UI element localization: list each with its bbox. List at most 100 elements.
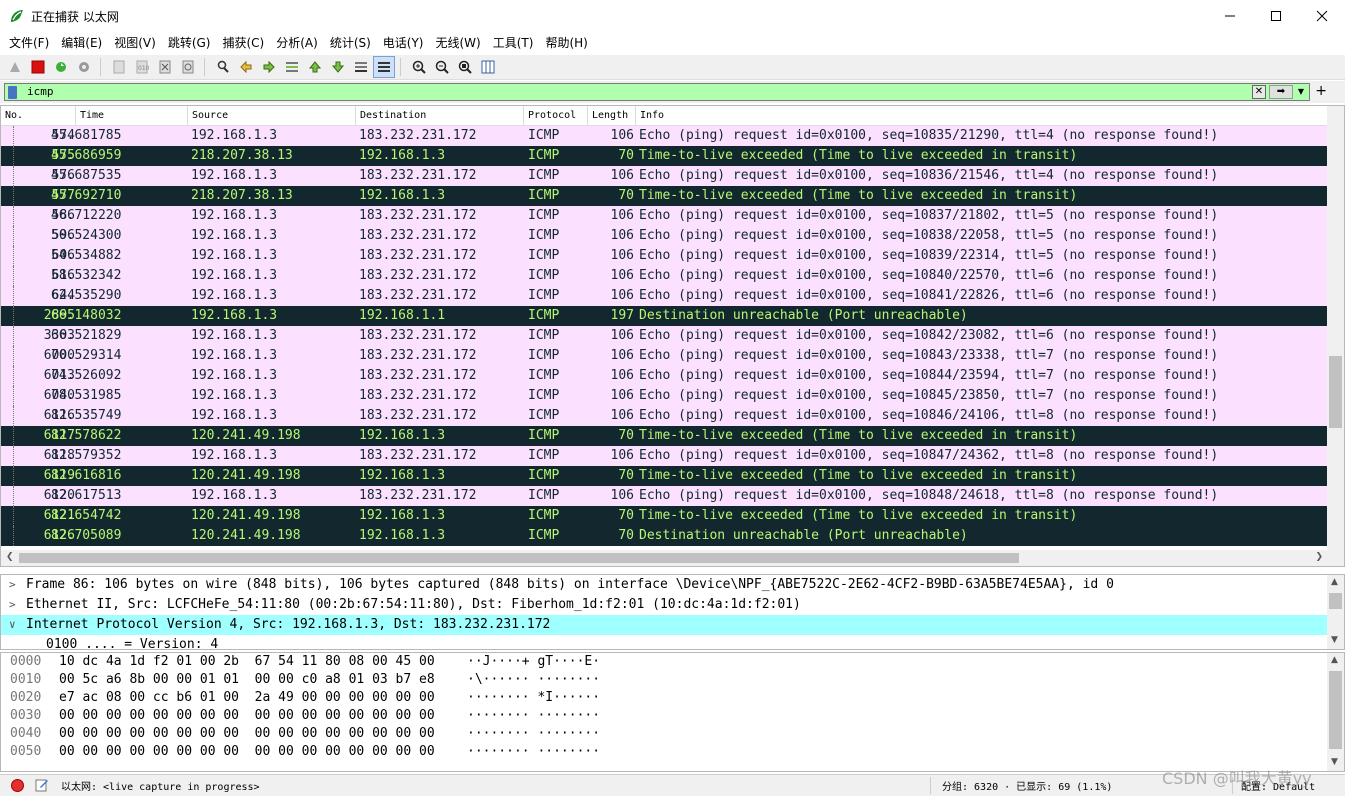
close-file-icon[interactable] (154, 56, 176, 78)
packet-row[interactable]: 6013 74.526092 192.168.1.3 183.232.231.172 I… (1, 366, 1328, 386)
filter-history-dropdown-icon[interactable]: ▼ (1295, 85, 1307, 99)
detail-row-ethernet[interactable]: > Ethernet II, Src: LCFCHeFe_54:11:80 (00… (1, 595, 1328, 615)
open-file-icon[interactable] (108, 56, 130, 78)
go-last-packet-icon[interactable] (327, 56, 349, 78)
packet-protocol: ICMP (528, 188, 560, 203)
apply-filter-icon[interactable]: ➡ (1269, 85, 1293, 99)
menu-telephony[interactable]: 电话(Y) (377, 34, 430, 51)
scroll-right-icon[interactable]: ❯ (1315, 552, 1323, 562)
menu-go[interactable]: 跳转(G) (162, 34, 217, 51)
auto-scroll-icon[interactable] (350, 56, 372, 78)
scroll-up-icon[interactable]: ▲ (1331, 577, 1338, 587)
bytes-row[interactable]: 0000 10 dc 4a 1d f2 01 00 2b 67 54 11 80 … (1, 653, 1344, 671)
packet-row[interactable]: 6116 82.535749 192.168.1.3 183.232.231.172 I… (1, 406, 1328, 426)
minimize-icon[interactable] (1207, 0, 1253, 32)
menu-help[interactable]: 帮助(H) (539, 34, 593, 51)
go-to-packet-icon[interactable] (281, 56, 303, 78)
go-first-packet-icon[interactable] (304, 56, 326, 78)
packet-row[interactable]: 596 50.524300 192.168.1.3 183.232.231.172 IC… (1, 226, 1328, 246)
scroll-down-icon[interactable]: ▼ (1331, 757, 1338, 767)
column-header-protocol[interactable]: Protocol (524, 106, 588, 126)
resize-columns-icon[interactable] (477, 56, 499, 78)
packet-row[interactable]: 3303 66.521829 192.168.1.3 183.232.231.172 I… (1, 326, 1328, 346)
packet-row[interactable]: 574 45.681785 192.168.1.3 183.232.231.172 IC… (1, 126, 1328, 146)
capture-options-icon[interactable] (73, 56, 95, 78)
colorize-icon[interactable] (373, 56, 395, 78)
menu-tools[interactable]: 工具(T) (487, 34, 540, 51)
packet-row[interactable]: 586 46.712220 192.168.1.3 183.232.231.172 IC… (1, 206, 1328, 226)
packet-destination: 192.168.1.1 (359, 308, 446, 323)
details-vertical-scrollbar[interactable]: ▲ ▼ (1327, 575, 1344, 649)
packet-row[interactable]: 606 54.534882 192.168.1.3 183.232.231.172 IC… (1, 246, 1328, 266)
menu-analyze[interactable]: 分析(A) (270, 34, 324, 51)
packet-list-horizontal-scrollbar[interactable]: ❮ ❯ (1, 550, 1344, 566)
clear-filter-icon[interactable]: ✕ (1252, 85, 1266, 99)
save-file-icon[interactable]: 010 (131, 56, 153, 78)
packet-row[interactable]: 6119 82.616816 120.241.49.198 192.168.1.3 IC… (1, 466, 1328, 486)
capture-comment-icon[interactable] (35, 778, 49, 792)
capture-status-icon[interactable] (11, 779, 24, 792)
packet-list-hscroll-thumb[interactable] (19, 553, 1019, 563)
packet-list-vertical-scrollbar[interactable] (1327, 106, 1344, 550)
zoom-in-icon[interactable] (408, 56, 430, 78)
packet-row[interactable]: 575 45.686959 218.207.38.13 192.168.1.3 ICMP… (1, 146, 1328, 166)
packet-list-scroll-thumb[interactable] (1329, 356, 1342, 428)
collapse-arrow-icon[interactable]: ∨ (9, 615, 16, 635)
bytes-row[interactable]: 0040 00 00 00 00 00 00 00 00 00 00 00 00 … (1, 725, 1344, 743)
packet-row[interactable]: 644 62.535290 192.168.1.3 183.232.231.172 IC… (1, 286, 1328, 306)
go-forward-icon[interactable] (258, 56, 280, 78)
restart-capture-icon[interactable] (50, 56, 72, 78)
packet-row[interactable]: 576 45.687535 192.168.1.3 183.232.231.172 IC… (1, 166, 1328, 186)
bytes-vertical-scrollbar[interactable]: ▲ ▼ (1327, 653, 1344, 771)
bytes-row[interactable]: 0050 00 00 00 00 00 00 00 00 00 00 00 00 … (1, 743, 1344, 761)
details-scroll-thumb[interactable] (1329, 593, 1342, 609)
reload-file-icon[interactable] (177, 56, 199, 78)
scroll-down-icon[interactable]: ▼ (1331, 635, 1338, 645)
menu-wireless[interactable]: 无线(W) (430, 34, 487, 51)
detail-row-ip-version[interactable]: 0100 .... = Version: 4 (1, 635, 1328, 649)
column-header-source[interactable]: Source (188, 106, 356, 126)
display-filter-field[interactable]: ✕ ➡ ▼ (4, 83, 1310, 101)
expand-arrow-icon[interactable]: > (9, 575, 16, 595)
column-header-no[interactable]: No. (1, 106, 76, 126)
column-header-time[interactable]: Time (76, 106, 188, 126)
filter-bookmark-icon[interactable] (8, 86, 17, 99)
packet-row[interactable]: 2895 66.148032 192.168.1.3 192.168.1.1 ICMP 1… (1, 306, 1328, 326)
packet-row[interactable]: 6121 82.654742 120.241.49.198 192.168.1.3 IC… (1, 506, 1328, 526)
detail-row-ipv4[interactable]: ∨ Internet Protocol Version 4, Src: 192.1… (1, 615, 1328, 635)
maximize-icon[interactable] (1253, 0, 1299, 32)
menu-file[interactable]: 文件(F) (3, 34, 55, 51)
bytes-scroll-thumb[interactable] (1329, 671, 1342, 749)
scroll-left-icon[interactable]: ❮ (6, 552, 14, 562)
start-capture-icon[interactable] (4, 56, 26, 78)
packet-row[interactable]: 6126 82.705089 120.241.49.198 192.168.1.3 IC… (1, 526, 1328, 546)
menu-view[interactable]: 视图(V) (108, 34, 162, 51)
menu-edit[interactable]: 编辑(E) (55, 34, 108, 51)
close-icon[interactable] (1299, 0, 1345, 32)
packet-row[interactable]: 6040 78.531985 192.168.1.3 183.232.231.172 I… (1, 386, 1328, 406)
menu-capture[interactable]: 捕获(C) (216, 34, 270, 51)
zoom-out-icon[interactable] (431, 56, 453, 78)
bytes-row[interactable]: 0030 00 00 00 00 00 00 00 00 00 00 00 00 … (1, 707, 1344, 725)
packet-row[interactable]: 6118 82.579352 192.168.1.3 183.232.231.172 I… (1, 446, 1328, 466)
packet-row[interactable]: 6120 82.617513 192.168.1.3 183.232.231.172 I… (1, 486, 1328, 506)
add-filter-button-icon[interactable]: + (1315, 83, 1327, 99)
column-header-info[interactable]: Info (636, 106, 1328, 126)
expand-arrow-icon[interactable]: > (9, 595, 16, 615)
packet-row[interactable]: 6000 70.529314 192.168.1.3 183.232.231.172 I… (1, 346, 1328, 366)
detail-row-frame[interactable]: > Frame 86: 106 bytes on wire (848 bits),… (1, 575, 1328, 595)
stop-capture-icon[interactable] (27, 56, 49, 78)
go-back-icon[interactable] (235, 56, 257, 78)
scroll-up-icon[interactable]: ▲ (1331, 655, 1338, 665)
display-filter-input[interactable] (27, 84, 1227, 100)
packet-row[interactable]: 6117 82.578622 120.241.49.198 192.168.1.3 IC… (1, 426, 1328, 446)
find-packet-icon[interactable] (212, 56, 234, 78)
bytes-row[interactable]: 0010 00 5c a6 8b 00 00 01 01 00 00 c0 a8 … (1, 671, 1344, 689)
packet-row[interactable]: 616 58.532342 192.168.1.3 183.232.231.172 IC… (1, 266, 1328, 286)
bytes-row[interactable]: 0020 e7 ac 08 00 cc b6 01 00 2a 49 00 00 … (1, 689, 1344, 707)
column-header-length[interactable]: Length (588, 106, 636, 126)
zoom-normal-icon[interactable] (454, 56, 476, 78)
menu-statistics[interactable]: 统计(S) (324, 34, 377, 51)
column-header-destination[interactable]: Destination (356, 106, 524, 126)
packet-row[interactable]: 577 45.692710 218.207.38.13 192.168.1.3 ICMP… (1, 186, 1328, 206)
